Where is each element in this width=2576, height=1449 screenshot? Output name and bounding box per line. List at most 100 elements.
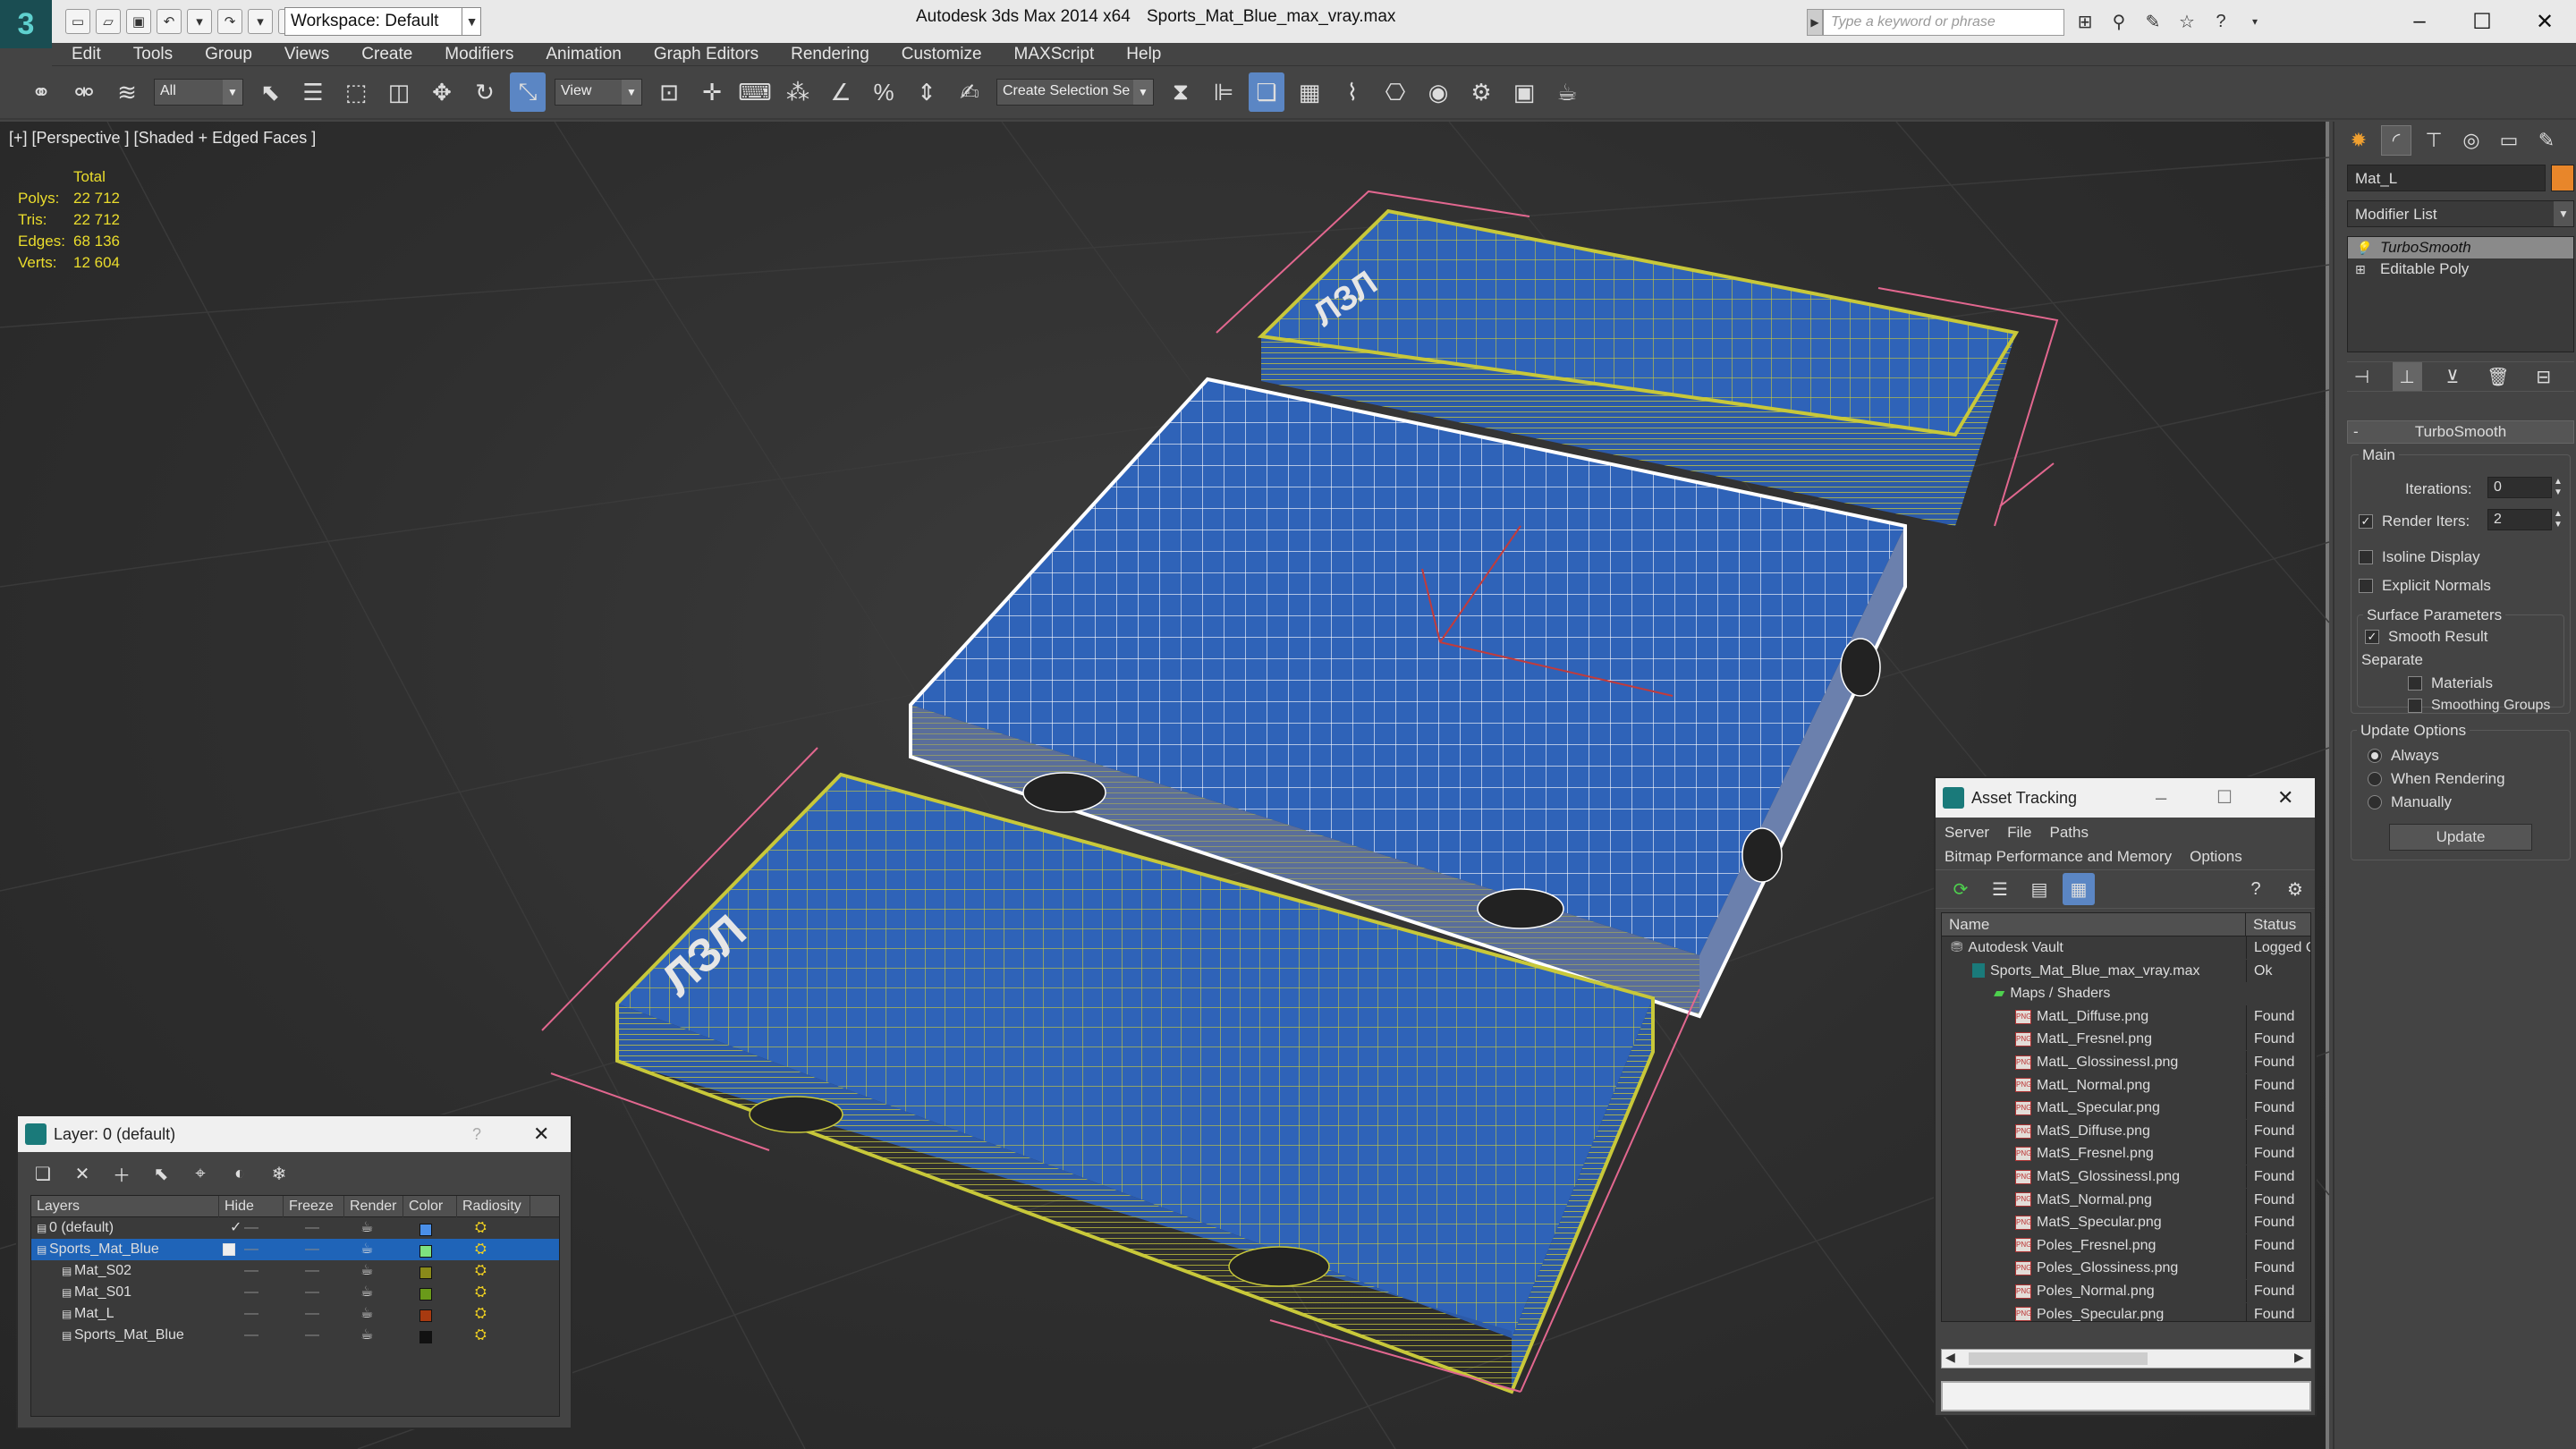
freeze-toggle-icon[interactable]: — (305, 1217, 319, 1239)
ribbon-icon[interactable]: ▦ (1292, 72, 1327, 112)
render-iters-checkbox[interactable]: ✓ (2359, 514, 2373, 529)
col-render[interactable]: Render (344, 1195, 403, 1217)
expand-plus-icon[interactable]: ⊞ (2355, 258, 2366, 280)
hide-all-layers-icon[interactable]: ◐ (224, 1157, 256, 1190)
workspace-dropdown[interactable]: Workspace: Default (284, 7, 481, 36)
hide-toggle-icon[interactable]: — (244, 1217, 258, 1239)
select-objects-in-layer-icon[interactable]: ⬉ (145, 1157, 177, 1190)
close-icon[interactable]: ✕ (2513, 0, 2576, 43)
close-icon[interactable]: ✕ (533, 1116, 549, 1152)
asset-menu-file[interactable]: File (1998, 821, 2040, 844)
show-end-result-icon[interactable]: ⊥ (2392, 362, 2422, 391)
hide-toggle-icon[interactable]: — (244, 1282, 258, 1303)
pin-stack-icon[interactable]: ⊣ (2347, 362, 2377, 391)
close-icon[interactable]: ✕ (2277, 778, 2293, 818)
update-button[interactable]: Update (2389, 824, 2532, 851)
asset-row[interactable]: PNG MatL_Normal.png Found (1942, 1073, 2310, 1097)
always-radio[interactable] (2368, 749, 2382, 763)
layer-row[interactable]: ▤ Mat_L — — ☕ ⛭ (31, 1303, 559, 1325)
modify-tab-icon[interactable]: ◜ (2381, 125, 2411, 156)
menu-rendering[interactable]: Rendering (775, 43, 886, 66)
select-object-icon[interactable]: ⬉ (252, 72, 288, 112)
layer-color-swatch[interactable] (419, 1329, 432, 1351)
radiosity-icon[interactable]: ⛭ (475, 1239, 487, 1260)
stack-item-turbosmooth[interactable]: 💡 TurboSmooth (2348, 237, 2573, 258)
subscription-icon[interactable]: ⚲ (2106, 8, 2132, 35)
render-teapot-icon[interactable]: ☕ (360, 1239, 373, 1260)
search-expand-icon[interactable]: ▶ (1807, 9, 1823, 36)
explicit-normals-checkbox[interactable] (2359, 579, 2373, 593)
angle-snap-icon[interactable]: ∠ (823, 72, 859, 112)
col-color[interactable]: Color (403, 1195, 457, 1217)
select-and-rotate-icon[interactable]: ↻ (467, 72, 503, 112)
render-teapot-icon[interactable]: ☕ (360, 1282, 373, 1303)
refresh-icon[interactable]: ⟳ (1945, 873, 1977, 905)
motion-tab-icon[interactable]: ◎ (2456, 125, 2487, 156)
help-icon[interactable]: ? (2240, 873, 2272, 905)
menu-graph-editors[interactable]: Graph Editors (638, 43, 775, 66)
align-icon[interactable]: ⊫ (1206, 72, 1241, 112)
redo-icon[interactable]: ↷ (217, 9, 242, 34)
add-to-layer-icon[interactable]: ＋ (106, 1157, 138, 1190)
asset-menu-server[interactable]: Server (1936, 821, 1998, 844)
freeze-toggle-icon[interactable]: — (305, 1260, 319, 1282)
radiosity-icon[interactable]: ⛭ (475, 1282, 487, 1303)
select-and-link-icon[interactable]: ⚭ (23, 72, 59, 112)
highlight-selected-layer-icon[interactable]: ⌖ (184, 1157, 216, 1190)
configure-modifier-sets-icon[interactable]: ⊟ (2529, 362, 2558, 391)
display-tab-icon[interactable]: ▭ (2494, 125, 2524, 156)
menu-animation[interactable]: Animation (530, 43, 638, 66)
new-file-icon[interactable]: ▭ (65, 9, 90, 34)
col-layers[interactable]: Layers (31, 1195, 219, 1217)
freeze-all-layers-icon[interactable]: ❄ (263, 1157, 295, 1190)
render-teapot-icon[interactable]: ☕ (360, 1260, 373, 1282)
col-radiosity[interactable]: Radiosity (457, 1195, 530, 1217)
layer-window-title-bar[interactable]: Layer: 0 (default) ? ✕ (18, 1116, 571, 1152)
thumbnail-view-icon[interactable]: ▤ (2023, 873, 2055, 905)
menu-edit[interactable]: Edit (52, 43, 117, 66)
perspective-viewport[interactable]: ЛЗЛ ЛЗЛ [+] [Perspective] [Shaded + Edg… (0, 122, 2329, 1449)
rendered-frame-window-icon[interactable]: ▣ (1506, 72, 1542, 112)
scroll-thumb[interactable] (1969, 1352, 2148, 1365)
render-teapot-icon[interactable]: ☕ (360, 1325, 373, 1346)
radiosity-icon[interactable]: ⛭ (475, 1217, 487, 1239)
menu-group[interactable]: Group (189, 43, 268, 66)
create-layer-icon[interactable]: ❏ (27, 1157, 59, 1190)
asset-row[interactable]: PNG Poles_Glossiness.png Found (1942, 1257, 2310, 1280)
col-hide[interactable]: Hide (219, 1195, 284, 1217)
freeze-toggle-icon[interactable]: — (305, 1282, 319, 1303)
edit-named-selection-icon[interactable]: ✍ (952, 72, 987, 112)
asset-row[interactable]: PNG Poles_Fresnel.png Found (1942, 1233, 2310, 1258)
undo-icon[interactable]: ↶ (157, 9, 182, 34)
set-current-box[interactable] (223, 1243, 235, 1256)
layer-manager-icon[interactable]: ❏ (1249, 72, 1284, 112)
named-selection-dropdown[interactable]: Create Selection Se ▼ (996, 79, 1154, 106)
search-input[interactable]: Type a keyword or phrase (1823, 9, 2064, 36)
col-status[interactable]: Status (2246, 913, 2296, 936)
table-view-icon[interactable]: ▦ (2063, 873, 2095, 905)
window-crossing-icon[interactable]: ◫ (381, 72, 417, 112)
asset-menu-options[interactable]: Options (2181, 845, 2251, 869)
when-rendering-radio[interactable] (2368, 772, 2382, 786)
material-editor-icon[interactable]: ◉ (1420, 72, 1456, 112)
unlink-icon[interactable]: ⚮ (66, 72, 102, 112)
help-icon[interactable]: ? (2207, 8, 2234, 35)
menu-help[interactable]: Help (1110, 43, 1177, 66)
snaps-toggle-icon[interactable]: ⁂ (780, 72, 816, 112)
binoculars-icon[interactable]: ⊞ (2072, 8, 2098, 35)
asset-menu-bitmap-performance[interactable]: Bitmap Performance and Memory (1936, 845, 2181, 869)
col-freeze[interactable]: Freeze (284, 1195, 344, 1217)
current-layer-check-icon[interactable]: ✓ (230, 1217, 242, 1239)
percent-snap-icon[interactable]: % (866, 72, 902, 112)
manually-radio[interactable] (2368, 795, 2382, 809)
radiosity-icon[interactable]: ⛭ (475, 1260, 487, 1282)
settings-icon[interactable]: ⚙ (2279, 873, 2311, 905)
freeze-toggle-icon[interactable]: — (305, 1325, 319, 1346)
isoline-checkbox[interactable] (2359, 550, 2373, 564)
modifier-list-dropdown[interactable]: Modifier List ▼ (2347, 200, 2574, 227)
maximize-icon[interactable]: ☐ (2451, 0, 2513, 43)
menu-create[interactable]: Create (345, 43, 428, 66)
menu-customize[interactable]: Customize (886, 43, 998, 66)
communication-icon[interactable]: ✎ (2140, 8, 2166, 35)
select-and-scale-icon[interactable]: ⤡ (510, 72, 546, 112)
